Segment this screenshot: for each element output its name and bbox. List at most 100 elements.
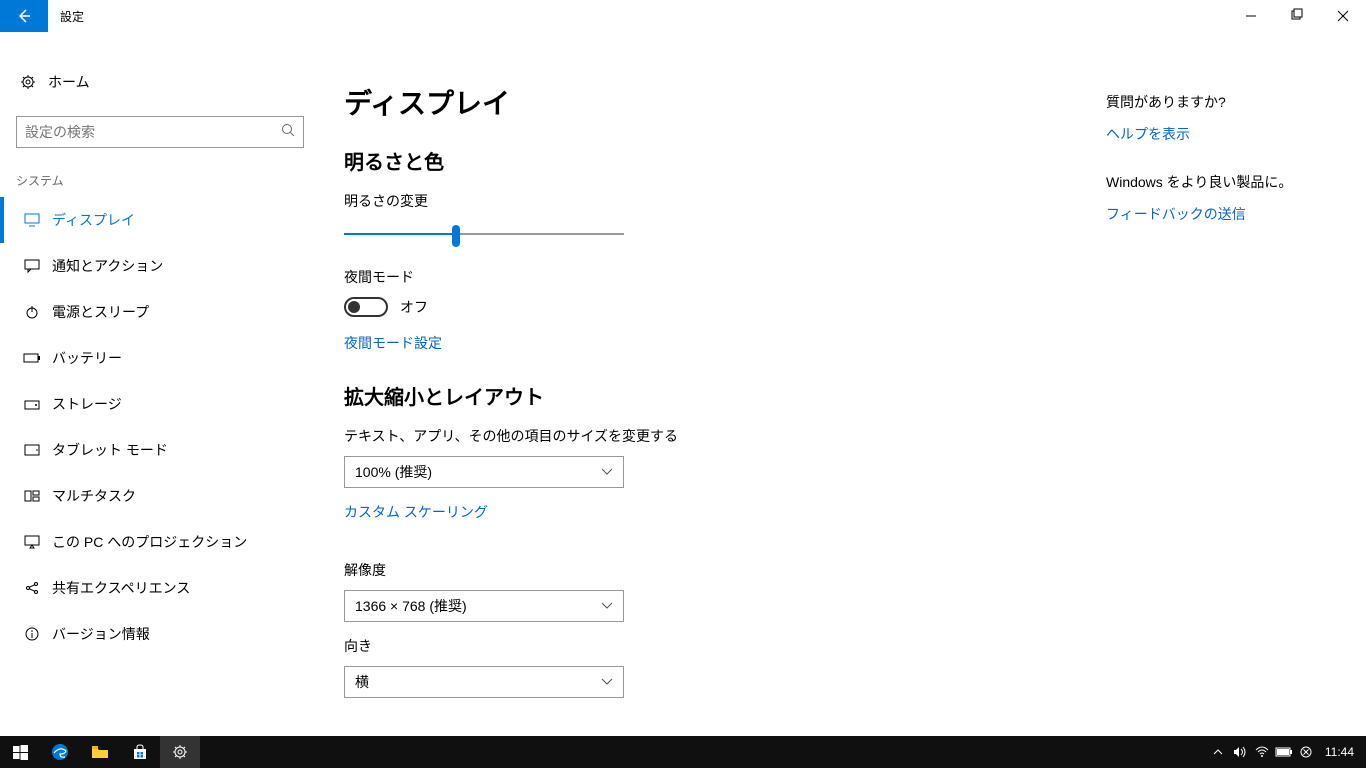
power-icon (20, 305, 44, 319)
orientation-value: 横 (355, 672, 369, 692)
store-icon (132, 744, 148, 760)
folder-icon (91, 745, 109, 759)
arrow-left-icon (16, 8, 32, 24)
sidebar-item-battery[interactable]: バッテリー (0, 335, 320, 381)
taskbar-explorer[interactable] (80, 736, 120, 768)
night-light-settings-link[interactable]: 夜間モード設定 (344, 333, 442, 353)
chevron-down-icon (601, 678, 613, 686)
taskbar: 11:44 (0, 736, 1366, 768)
section-scale-layout: 拡大縮小とレイアウト (344, 381, 1082, 410)
main-content: ディスプレイ 明るさと色 明るさの変更 夜間モード オフ 夜間モード設定 拡大縮… (320, 32, 1106, 768)
home-label: ホーム (40, 72, 90, 92)
sidebar-item-projection[interactable]: この PC へのプロジェクション (0, 519, 320, 565)
sidebar-item-label: この PC へのプロジェクション (44, 532, 247, 552)
project-icon (20, 535, 44, 549)
tray-battery[interactable] (1273, 736, 1295, 768)
orientation-label: 向き (344, 636, 1082, 656)
sidebar-item-label: 共有エクスペリエンス (44, 578, 190, 598)
sidebar-item-display[interactable]: ディスプレイ (0, 197, 320, 243)
windows-icon (13, 745, 28, 760)
volume-icon (1233, 746, 1247, 758)
scale-label: テキスト、アプリ、その他の項目のサイズを変更する (344, 426, 1082, 446)
section-brightness-color: 明るさと色 (344, 146, 1082, 175)
chevron-down-icon (601, 468, 613, 476)
tray-volume[interactable] (1229, 736, 1251, 768)
page-title: ディスプレイ (344, 82, 1082, 122)
feedback-link[interactable]: フィードバックの送信 (1106, 204, 1342, 224)
sidebar-item-label: ストレージ (44, 394, 122, 414)
night-light-toggle[interactable] (344, 297, 388, 317)
rail-feedback-head: Windows をより良い製品に。 (1106, 172, 1342, 192)
window-title: 設定 (48, 8, 84, 25)
resolution-value: 1366 × 768 (推奨) (355, 596, 467, 616)
slider-fill (344, 233, 456, 235)
search-icon (281, 123, 295, 142)
settings-window: 設定 ホーム システム (0, 0, 1366, 736)
night-light-toggle-row: オフ (344, 297, 1082, 317)
close-icon (1338, 11, 1348, 21)
scale-value: 100% (推奨) (355, 462, 432, 482)
taskbar-edge[interactable] (40, 736, 80, 768)
brightness-slider[interactable] (344, 221, 624, 249)
tray-chevron-up[interactable] (1207, 736, 1229, 768)
drive-icon (20, 398, 44, 410)
scale-select[interactable]: 100% (推奨) (344, 456, 624, 488)
wifi-icon (1255, 746, 1269, 758)
sidebar-item-about[interactable]: バージョン情報 (0, 611, 320, 657)
sidebar: ホーム システム ディスプレイ 通知とアクション (0, 32, 320, 768)
start-button[interactable] (0, 736, 40, 768)
sidebar-item-label: バッテリー (44, 348, 122, 368)
brightness-label: 明るさの変更 (344, 191, 1082, 211)
battery-icon (1275, 747, 1293, 757)
orientation-select[interactable]: 横 (344, 666, 624, 698)
gear-icon (172, 744, 188, 760)
search-box[interactable] (16, 116, 304, 148)
slider-thumb[interactable] (452, 225, 460, 247)
resolution-label: 解像度 (344, 560, 1082, 580)
maximize-button[interactable] (1274, 0, 1320, 32)
tray-wifi[interactable] (1251, 736, 1273, 768)
circle-x-icon (1300, 746, 1312, 758)
sidebar-item-multitask[interactable]: マルチタスク (0, 473, 320, 519)
chevron-up-icon (1213, 748, 1223, 756)
night-light-state: オフ (400, 297, 428, 317)
gear-icon (16, 74, 40, 90)
share-icon (20, 581, 44, 595)
home-button[interactable]: ホーム (0, 60, 320, 104)
minimize-icon (1246, 11, 1256, 21)
search-input[interactable] (25, 124, 281, 140)
rail-question-head: 質問がありますか? (1106, 92, 1342, 112)
sidebar-item-tablet[interactable]: タブレット モード (0, 427, 320, 473)
sidebar-item-label: ディスプレイ (44, 210, 135, 230)
night-light-label: 夜間モード (344, 267, 1082, 287)
multitask-icon (20, 490, 44, 502)
right-rail: 質問がありますか? ヘルプを表示 Windows をより良い製品に。 フィードバ… (1106, 32, 1366, 768)
taskbar-clock[interactable]: 11:44 (1317, 745, 1362, 759)
taskbar-settings[interactable] (160, 736, 200, 768)
sidebar-item-label: タブレット モード (44, 440, 168, 460)
taskbar-store[interactable] (120, 736, 160, 768)
sidebar-item-shared[interactable]: 共有エクスペリエンス (0, 565, 320, 611)
sidebar-item-storage[interactable]: ストレージ (0, 381, 320, 427)
sidebar-item-power[interactable]: 電源とスリープ (0, 289, 320, 335)
titlebar: 設定 (0, 0, 1366, 32)
window-controls (1228, 0, 1366, 32)
sidebar-item-label: マルチタスク (44, 486, 136, 506)
custom-scaling-link[interactable]: カスタム スケーリング (344, 502, 488, 522)
body: ホーム システム ディスプレイ 通知とアクション (0, 32, 1366, 768)
maximize-icon (1292, 11, 1302, 21)
sidebar-item-label: 電源とスリープ (44, 302, 149, 322)
help-link[interactable]: ヘルプを表示 (1106, 124, 1342, 144)
tray-status[interactable] (1295, 736, 1317, 768)
sidebar-nav: ディスプレイ 通知とアクション 電源とスリープ バッテリー ストレージ (0, 197, 320, 657)
back-button[interactable] (0, 0, 48, 32)
taskbar-tray: 11:44 (1207, 736, 1366, 768)
close-button[interactable] (1320, 0, 1366, 32)
sidebar-item-notifications[interactable]: 通知とアクション (0, 243, 320, 289)
battery-icon (20, 353, 44, 363)
edge-icon (51, 743, 69, 761)
minimize-button[interactable] (1228, 0, 1274, 32)
sidebar-group-label: システム (0, 148, 320, 197)
resolution-select[interactable]: 1366 × 768 (推奨) (344, 590, 624, 622)
toggle-knob (348, 301, 360, 313)
